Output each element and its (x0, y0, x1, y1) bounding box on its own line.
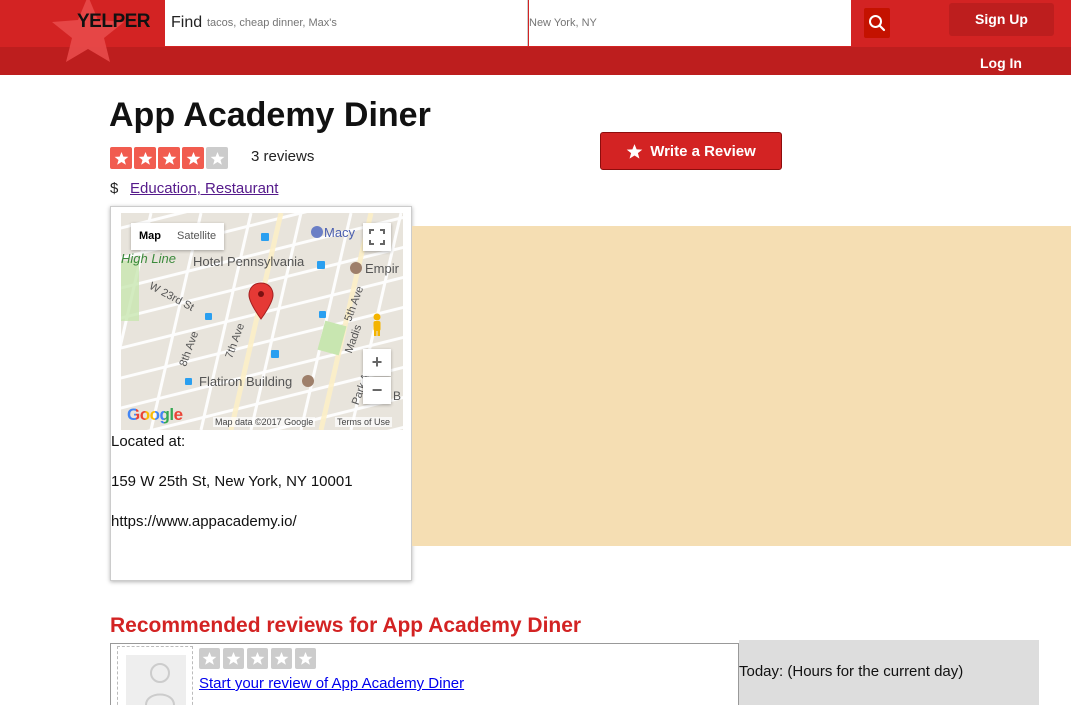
rating-star (206, 147, 228, 169)
google-logo: Google (127, 405, 183, 425)
top-header: YELPER Find Sign Up Log In (0, 0, 1071, 75)
map-label-edge-b: B (393, 389, 402, 403)
near-field[interactable] (529, 0, 851, 46)
address: 159 W 25th St, New York, NY 10001 (111, 473, 353, 490)
map-type-satellite[interactable]: Satellite (169, 223, 224, 250)
review-star-option[interactable] (247, 648, 268, 669)
signup-button[interactable]: Sign Up (949, 3, 1054, 36)
login-link[interactable]: Log In (980, 55, 1022, 71)
map-label-hotel: Hotel Pennsylvania (193, 254, 305, 269)
zoom-in-button[interactable]: + (363, 349, 391, 376)
map-card: Map Satellite Macy High Line Hotel Penns… (110, 206, 412, 581)
write-review-button[interactable]: Write a Review (600, 132, 782, 170)
categories: Education, Restaurant (130, 180, 278, 197)
find-input[interactable] (207, 17, 507, 29)
near-input[interactable] (529, 17, 829, 29)
map-label-macys: Macy (324, 225, 356, 240)
fullscreen-button[interactable] (363, 223, 391, 251)
photo-placeholder (412, 226, 1071, 546)
header-bottom-band (0, 47, 1071, 75)
categories-link[interactable]: Education, Restaurant (130, 180, 278, 197)
google-logo-text: Google (127, 405, 183, 424)
map-type-toggle: Map Satellite (131, 223, 225, 250)
location-map[interactable]: Map Satellite Macy High Line Hotel Penns… (121, 213, 403, 430)
rating-star (182, 147, 204, 169)
review-star-option[interactable] (199, 648, 220, 669)
find-field[interactable]: Find (165, 0, 528, 46)
start-review-box: Start your review of App Academy Diner (110, 643, 739, 705)
review-star-option[interactable] (295, 648, 316, 669)
located-label: Located at: (111, 433, 186, 450)
star-icon (626, 143, 643, 159)
user-placeholder-icon (145, 663, 175, 705)
review-star-option[interactable] (271, 648, 292, 669)
logo[interactable]: YELPER (77, 11, 151, 33)
fullscreen-icon (369, 229, 385, 245)
avatar-frame (117, 646, 193, 705)
zoom-out-button[interactable]: − (363, 377, 391, 404)
avatar (126, 655, 186, 705)
rating-star (110, 147, 132, 169)
website: https://www.appacademy.io/ (111, 513, 297, 530)
page-title: App Academy Diner (109, 96, 431, 134)
review-rating-input[interactable] (199, 648, 316, 669)
search-icon (869, 15, 886, 32)
map-type-map[interactable]: Map (131, 223, 169, 250)
reviews-section-title: Recommended reviews for App Academy Dine… (110, 614, 582, 637)
search-button[interactable] (864, 8, 890, 38)
review-count: 3 reviews (251, 148, 315, 165)
find-label: Find (171, 14, 203, 31)
rating-star (134, 147, 156, 169)
start-review-link[interactable]: Start your review of App Academy Diner (199, 675, 464, 692)
write-review-label: Write a Review (650, 142, 756, 160)
map-terms-link[interactable]: Terms of Use (335, 417, 393, 427)
map-label-empire: Empir (365, 261, 399, 276)
rating-stars (110, 147, 228, 169)
map-credit: Map data ©2017 Google (213, 417, 316, 427)
rating-star (158, 147, 180, 169)
review-star-option[interactable] (223, 648, 244, 669)
map-label-high-line: High Line (121, 251, 176, 266)
hours-text: Today: (Hours for the current day) (739, 663, 964, 680)
hours-box: Today: (Hours for the current day) (739, 640, 1039, 705)
map-label-flatiron: Flatiron Building (199, 374, 293, 389)
price-range: $ (110, 180, 119, 197)
